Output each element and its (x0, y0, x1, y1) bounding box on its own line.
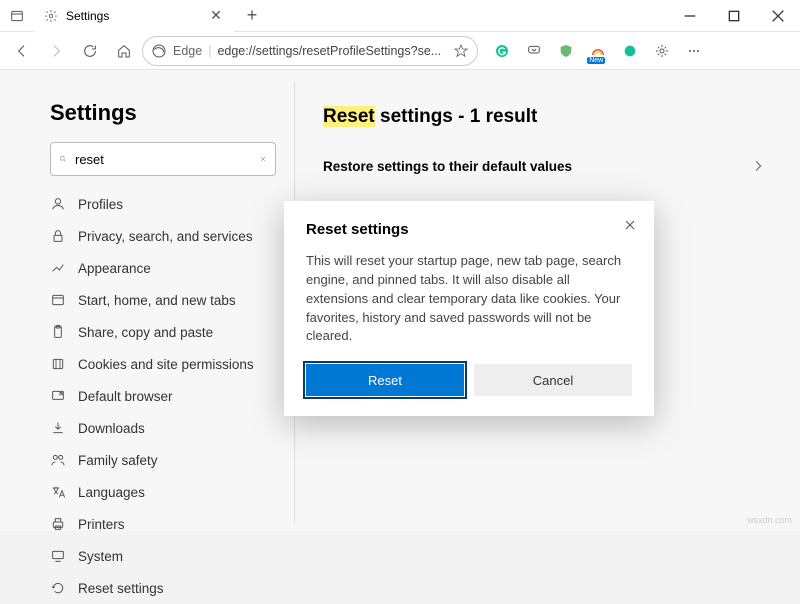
window-titlebar: Settings ✕ + (0, 0, 800, 32)
app-menu-button[interactable] (680, 37, 708, 65)
extension-vpn-icon[interactable] (616, 37, 644, 65)
back-button[interactable] (6, 35, 38, 67)
address-bar[interactable]: Edge | edge://settings/resetProfileSetti… (142, 36, 478, 66)
reset-settings-dialog: Reset settings This will reset your star… (284, 201, 654, 416)
extensions-menu-button[interactable] (648, 37, 676, 65)
reset-button[interactable]: Reset (306, 364, 464, 396)
favorite-icon[interactable] (453, 43, 469, 59)
window-controls (668, 0, 800, 32)
minimize-button[interactable] (668, 0, 712, 32)
new-tab-button[interactable]: + (238, 2, 266, 30)
tab-close-button[interactable]: ✕ (208, 8, 224, 24)
refresh-button[interactable] (74, 35, 106, 67)
tab-title: Settings (66, 9, 109, 23)
home-button[interactable] (108, 35, 140, 67)
gear-icon (44, 9, 58, 23)
browser-toolbar: Edge | edge://settings/resetProfileSetti… (0, 32, 800, 70)
edge-logo-icon (151, 43, 167, 59)
maximize-button[interactable] (712, 0, 756, 32)
close-window-button[interactable] (756, 0, 800, 32)
cancel-button[interactable]: Cancel (474, 364, 632, 396)
tab-panel-icon (9, 8, 25, 24)
forward-button[interactable] (40, 35, 72, 67)
sidebar-item-system[interactable]: System (50, 540, 294, 572)
browser-tab[interactable]: Settings ✕ (34, 0, 234, 32)
system-icon (50, 548, 66, 564)
address-url: edge://settings/resetProfileSettings?se.… (217, 44, 441, 58)
tab-actions-button[interactable] (0, 0, 34, 32)
sidebar-item-reset[interactable]: Reset settings (50, 572, 294, 604)
dialog-title: Reset settings (306, 221, 632, 238)
extension-adguard-icon[interactable] (552, 37, 580, 65)
dialog-close-button[interactable] (620, 215, 640, 235)
extension-pocket-icon[interactable] (520, 37, 548, 65)
extension-rainbow-icon[interactable]: New (584, 37, 612, 65)
address-identity: Edge (173, 44, 202, 58)
modal-overlay: Reset settings This will reset your star… (0, 70, 800, 531)
extension-bar: New (488, 37, 708, 65)
extension-grammarly-icon[interactable] (488, 37, 516, 65)
watermark: wsxdn.com (747, 515, 792, 525)
close-icon (622, 217, 638, 233)
dialog-body: This will reset your startup page, new t… (306, 252, 632, 346)
reset-icon (50, 580, 66, 596)
